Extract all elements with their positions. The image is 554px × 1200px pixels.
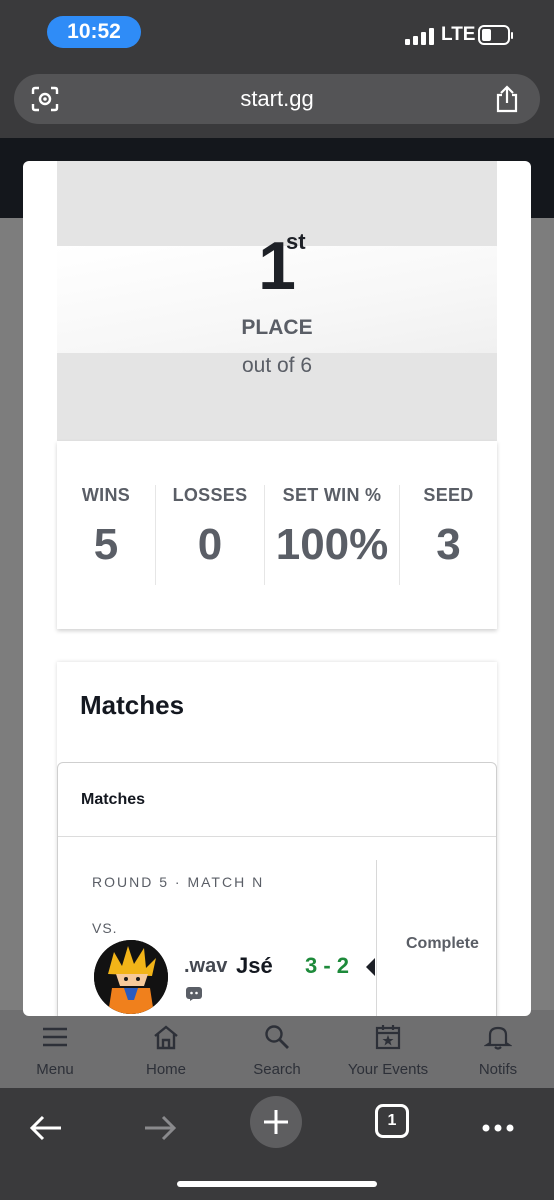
nav-search-label: Search	[253, 1061, 301, 1078]
share-icon[interactable]	[494, 85, 520, 113]
back-arrow-icon	[29, 1115, 61, 1141]
nav-notifs-label: Notifs	[478, 1061, 518, 1078]
discord-icon[interactable]	[186, 987, 202, 1001]
nav-search[interactable]: Search	[227, 1010, 327, 1088]
match-status: Complete	[406, 935, 479, 952]
opponent-avatar[interactable]	[94, 940, 168, 1014]
calendar-star-icon	[375, 1025, 401, 1050]
nav-menu[interactable]: Menu	[5, 1010, 105, 1088]
nav-notifs[interactable]: Notifs	[448, 1010, 548, 1088]
stat-losses-value: 0	[197, 520, 223, 569]
bell-icon	[484, 1026, 512, 1050]
more-dots-icon	[482, 1124, 514, 1132]
stats-card: WINS 5 LOSSES 0 SET WIN % 100% SEED 3	[57, 441, 497, 629]
status-bar: 10:52 LTE	[0, 0, 554, 66]
phone-screen: 10:52 LTE start.gg Menu Home Search Your…	[0, 0, 554, 1200]
site-bottom-nav: Menu Home Search Your Events Notifs	[0, 1010, 554, 1088]
stat-wins: WINS 5	[57, 485, 155, 585]
more-button[interactable]	[468, 1096, 528, 1160]
stat-set-win: SET WIN % 100%	[265, 485, 399, 585]
nav-home[interactable]: Home	[116, 1010, 216, 1088]
new-tab-button[interactable]	[250, 1096, 302, 1148]
stat-seed-value: 3	[436, 520, 461, 569]
tab-switcher-button[interactable]: 1	[375, 1104, 409, 1138]
placement-card: 1 st PLACE out of 6	[57, 161, 497, 441]
address-bar[interactable]: start.gg	[14, 74, 540, 124]
placement-rank: 1	[258, 228, 296, 304]
menu-icon	[43, 1027, 67, 1047]
forward-arrow-icon	[145, 1115, 177, 1141]
stat-seed: SEED 3	[400, 485, 497, 585]
status-time: 10:52	[47, 16, 141, 48]
stat-wins-label: WINS	[81, 485, 131, 505]
nav-your-events[interactable]: Your Events	[338, 1010, 438, 1088]
home-icon	[154, 1025, 178, 1050]
stat-set-win-value: 100%	[275, 520, 389, 569]
forward-button[interactable]	[130, 1096, 190, 1160]
matches-heading: Matches	[80, 690, 185, 720]
nav-home-label: Home	[145, 1061, 186, 1078]
placement-out-of: out of 6	[241, 354, 313, 377]
stat-wins-value: 5	[93, 520, 119, 569]
match-vs-label: VS.	[92, 920, 118, 936]
battery-icon	[478, 25, 513, 45]
plus-icon	[264, 1110, 288, 1134]
winner-indicator-icon	[366, 958, 375, 976]
matches-list: Matches ROUND 5 · MATCH N VS. .wav Jsé 3…	[57, 762, 497, 1016]
match-column-divider	[376, 860, 377, 1016]
matches-list-header: Matches	[58, 763, 496, 837]
stat-seed-label: SEED	[423, 485, 474, 505]
lens-icon[interactable]	[31, 86, 59, 112]
opponent-prefix: .wav	[184, 955, 228, 977]
matches-list-title: Matches	[81, 791, 146, 808]
home-indicator	[177, 1181, 377, 1187]
signal-icon	[405, 27, 435, 45]
stat-losses: LOSSES 0	[156, 485, 264, 585]
placement-rank-suffix: st	[286, 229, 306, 254]
avatar-image	[94, 940, 168, 1014]
match-round-label: ROUND 5 · MATCH N	[92, 874, 265, 890]
matches-card: Matches Matches ROUND 5 · MATCH N VS. .w…	[57, 662, 497, 1016]
back-button[interactable]	[16, 1096, 76, 1160]
match-score: 3 - 2	[305, 953, 350, 978]
network-label: LTE	[441, 24, 476, 45]
opponent-name[interactable]: Jsé	[236, 953, 273, 979]
nav-menu-label: Menu	[36, 1061, 74, 1078]
search-icon	[265, 1025, 289, 1049]
url-text[interactable]: start.gg	[14, 74, 540, 124]
stat-losses-label: LOSSES	[172, 485, 248, 505]
standing-modal: 1 st PLACE out of 6 WINS 5 LOSSES 0 SET …	[23, 161, 531, 1016]
placement-label: PLACE	[241, 316, 313, 339]
nav-your-events-label: Your Events	[347, 1061, 429, 1078]
stat-set-win-label: SET WIN %	[282, 485, 382, 505]
